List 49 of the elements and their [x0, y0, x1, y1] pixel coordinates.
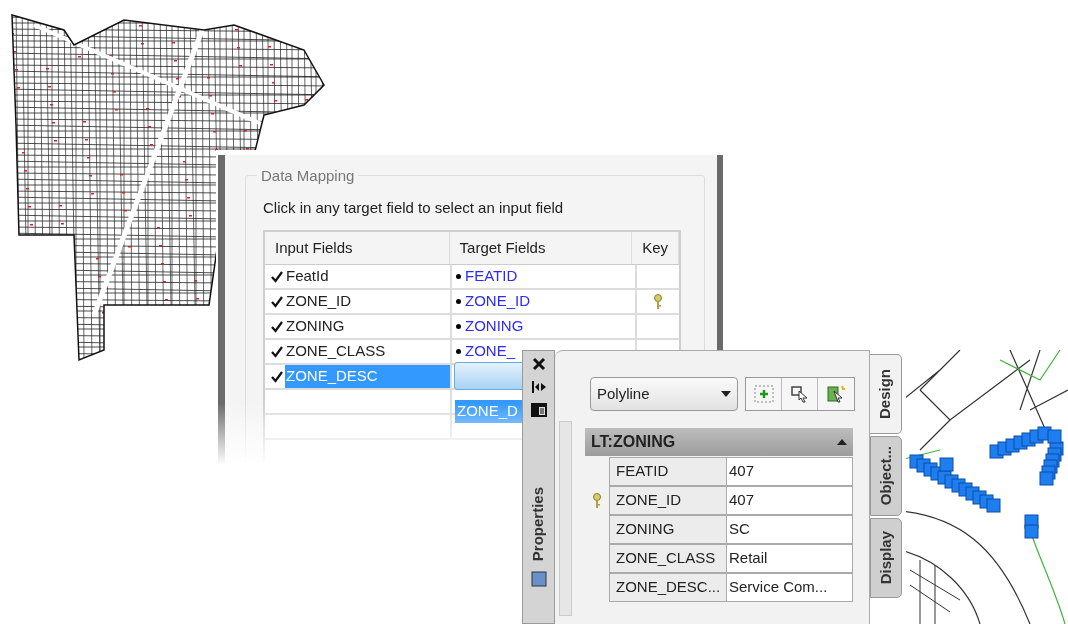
palette-title: Properties [528, 487, 548, 562]
palette-icon[interactable] [530, 571, 547, 588]
bullet-icon [456, 324, 461, 329]
property-name-cell: ZONING [609, 515, 727, 544]
property-value-cell[interactable]: SC [727, 515, 853, 544]
input-field-cell[interactable]: ZONE_ID [285, 290, 352, 313]
auto-hide-icon[interactable] [530, 381, 547, 393]
target-field-link[interactable]: FEATID [465, 265, 518, 288]
bullet-icon [456, 299, 461, 304]
checkmark-icon[interactable] [271, 270, 283, 283]
bullet-icon [456, 274, 461, 279]
add-selection-icon [753, 385, 774, 403]
pickadd-icon [826, 385, 846, 403]
column-header[interactable]: Target Fields [449, 232, 633, 264]
input-field-cell[interactable]: ZONE_CLASS [285, 340, 387, 363]
target-field-link[interactable]: ZONING [465, 315, 524, 338]
cursor-select-icon [789, 385, 810, 403]
checkmark-icon[interactable] [271, 345, 283, 358]
property-value-cell[interactable]: Service Com... [727, 573, 853, 602]
property-name-cell: ZONE_ID [609, 486, 727, 515]
palette-tab[interactable]: Display [870, 518, 902, 598]
object-type-dropdown[interactable]: Polyline [590, 377, 738, 411]
input-field-cell[interactable]: FeatId [285, 265, 330, 288]
caret-icon [721, 391, 731, 397]
property-value-cell[interactable]: Retail [727, 544, 853, 573]
input-field-cell[interactable]: ZONING [285, 315, 346, 338]
palette-tab[interactable]: Design [870, 354, 902, 434]
column-header[interactable]: Key [632, 232, 679, 264]
key-icon [592, 492, 602, 509]
property-value-cell[interactable]: 407 [727, 457, 853, 486]
key-icon [653, 293, 663, 310]
target-field-link[interactable]: ZONE_ID [465, 290, 530, 313]
palette-tab[interactable]: Object... [870, 436, 902, 516]
checkmark-icon[interactable] [271, 295, 283, 308]
target-field-link[interactable]: ZONE_ [465, 340, 515, 363]
property-name-cell: FEATID [609, 457, 727, 486]
property-name-cell: ZONE_DESC... [609, 573, 727, 602]
collapse-arrow-icon [837, 439, 847, 445]
scroll-bar[interactable] [559, 421, 572, 616]
checkmark-icon[interactable] [271, 320, 283, 333]
checkmark-icon[interactable] [271, 370, 283, 383]
column-header[interactable]: Input Fields [265, 232, 450, 264]
close-icon[interactable] [531, 357, 546, 371]
property-name-cell: ZONE_CLASS [609, 544, 727, 573]
instruction-text: Click in any target field to select an input field [263, 198, 564, 218]
category-header[interactable]: LT:ZONING [585, 428, 853, 456]
bullet-icon [456, 349, 461, 354]
property-value-cell[interactable]: 407 [727, 486, 853, 515]
menu-icon[interactable] [530, 403, 547, 417]
